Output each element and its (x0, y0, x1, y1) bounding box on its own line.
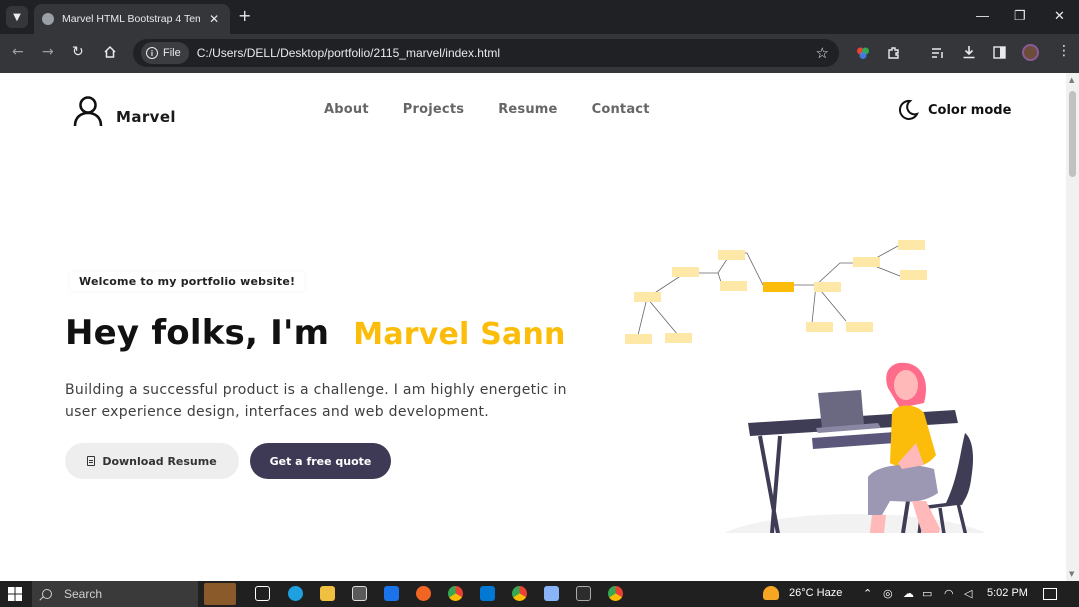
side-panel-icon[interactable] (993, 46, 1006, 59)
weather-text: 26°C Haze (789, 587, 843, 599)
back-button[interactable]: ← (12, 44, 24, 60)
weather-widget[interactable]: 26°C Haze (763, 586, 842, 600)
tab-close-button[interactable]: ✕ (206, 12, 222, 26)
scroll-up-arrow-icon[interactable]: ▲ (1069, 76, 1074, 84)
web-page: Marvel About Projects Resume Contact Col… (0, 73, 1066, 581)
mindmap-highlight-node (763, 282, 794, 292)
taskbar-search-label: Search (64, 587, 103, 601)
forward-button[interactable]: → (42, 44, 54, 60)
clock-time[interactable]: 5:02 PM (987, 587, 1028, 599)
moon-icon (898, 99, 919, 120)
microsoft-store-icon[interactable] (352, 586, 367, 601)
welcome-badge: Welcome to my portfolio website! (70, 272, 305, 291)
meet-now-icon[interactable]: ◎ (883, 587, 893, 600)
hero-description: Building a successful product is a chall… (65, 382, 567, 420)
extensions-icon[interactable] (887, 46, 901, 60)
headline-prefix: Hey folks, I'm (65, 313, 330, 353)
user-icon (73, 96, 103, 127)
windows-start-icon[interactable] (8, 587, 22, 601)
brand-name: Marvel (116, 108, 176, 126)
main-nav: About Projects Resume Contact (324, 102, 650, 117)
nav-link-resume[interactable]: Resume (498, 102, 557, 117)
minimize-button[interactable]: — (976, 8, 989, 23)
file-explorer-icon[interactable] (320, 586, 335, 601)
headline-name: Marvel Sann (353, 317, 566, 352)
windows-taskbar: Search 26°C Haze ⌃ ◎ ☁ ▭ ◠ ◁ 5:02 PM (0, 581, 1079, 607)
woman (868, 362, 940, 533)
search-icon (42, 589, 52, 599)
scroll-down-arrow-icon[interactable]: ▼ (1069, 570, 1074, 578)
brand-logo[interactable]: Marvel (72, 95, 176, 127)
search-highlight-image[interactable] (204, 583, 236, 605)
reading-list-icon[interactable] (931, 47, 945, 59)
app-icon-orange[interactable] (416, 586, 431, 601)
reload-button[interactable]: ↻ (72, 44, 84, 60)
page-scrollbar[interactable]: ▲ ▼ (1066, 73, 1079, 581)
download-resume-button[interactable]: Download Resume (65, 443, 239, 479)
download-icon[interactable] (962, 45, 976, 59)
notepad-icon[interactable] (544, 586, 559, 601)
new-tab-button[interactable]: + (238, 8, 251, 24)
chevron-down-icon: ▼ (13, 11, 21, 23)
get-quote-button[interactable]: Get a free quote (250, 443, 391, 479)
menu-kebab-icon[interactable]: ⋮ (1057, 43, 1071, 59)
tab-list-button[interactable]: ▼ (6, 6, 28, 28)
chrome-active-icon[interactable] (512, 586, 527, 601)
url-text[interactable]: C:/Users/DELL/Desktop/portfolio/2115_mar… (197, 46, 500, 60)
tab-title: Marvel HTML Bootstrap 4 Template (62, 13, 201, 25)
laptop (816, 390, 881, 433)
terminal-icon[interactable] (576, 586, 591, 601)
nav-link-projects[interactable]: Projects (403, 102, 464, 117)
profile-avatar[interactable] (1022, 44, 1039, 61)
address-bar[interactable]: i File C:/Users/DELL/Desktop/portfolio/2… (133, 39, 839, 67)
color-wheel-extension-icon[interactable] (856, 46, 870, 60)
get-quote-label: Get a free quote (269, 454, 372, 468)
task-view-icon[interactable] (255, 586, 270, 601)
maximize-button[interactable]: ❐ (1014, 8, 1026, 24)
notifications-icon[interactable] (1043, 588, 1057, 600)
wifi-icon[interactable]: ◠ (944, 587, 954, 600)
mail-icon[interactable] (384, 586, 399, 601)
cloud-icon[interactable]: ☁ (903, 587, 914, 600)
hero-headline: Hey folks, I'm Marvel Sann (65, 313, 566, 353)
globe-icon (42, 13, 54, 25)
nav-link-about[interactable]: About (324, 102, 369, 117)
chrome-profile-icon[interactable] (608, 586, 623, 601)
site-chip-label: File (163, 47, 181, 59)
color-mode-label: Color mode (928, 102, 1012, 118)
browser-tab[interactable]: Marvel HTML Bootstrap 4 Template ✕ (34, 4, 230, 34)
volume-icon[interactable]: ◁ (964, 587, 972, 600)
home-icon[interactable] (103, 45, 117, 59)
close-window-button[interactable]: ✕ (1054, 8, 1065, 24)
hero-illustration (625, 240, 986, 533)
floor-shadow (724, 514, 986, 533)
browser-tab-bar: ▼ Marvel HTML Bootstrap 4 Template ✕ + —… (0, 0, 1079, 34)
info-icon: i (146, 47, 158, 59)
scrollbar-thumb[interactable] (1069, 91, 1076, 177)
vscode-icon[interactable] (480, 586, 495, 601)
browser-toolbar: ← → ↻ i File C:/Users/DELL/Desktop/portf… (0, 34, 1079, 73)
taskbar-search-box[interactable]: Search (32, 581, 198, 607)
bookmark-star-icon[interactable]: ☆ (816, 44, 829, 62)
haze-weather-icon (763, 586, 779, 600)
chevron-up-icon[interactable]: ⌃ (863, 587, 872, 600)
battery-icon[interactable]: ▭ (922, 587, 932, 600)
chrome-icon[interactable] (448, 586, 463, 601)
color-mode-toggle[interactable]: Color mode (897, 99, 1011, 121)
site-info-chip[interactable]: i File (141, 42, 189, 64)
edge-browser-icon[interactable] (288, 586, 303, 601)
download-resume-label: Download Resume (102, 454, 217, 468)
nav-link-contact[interactable]: Contact (592, 102, 650, 117)
document-icon (87, 456, 96, 466)
